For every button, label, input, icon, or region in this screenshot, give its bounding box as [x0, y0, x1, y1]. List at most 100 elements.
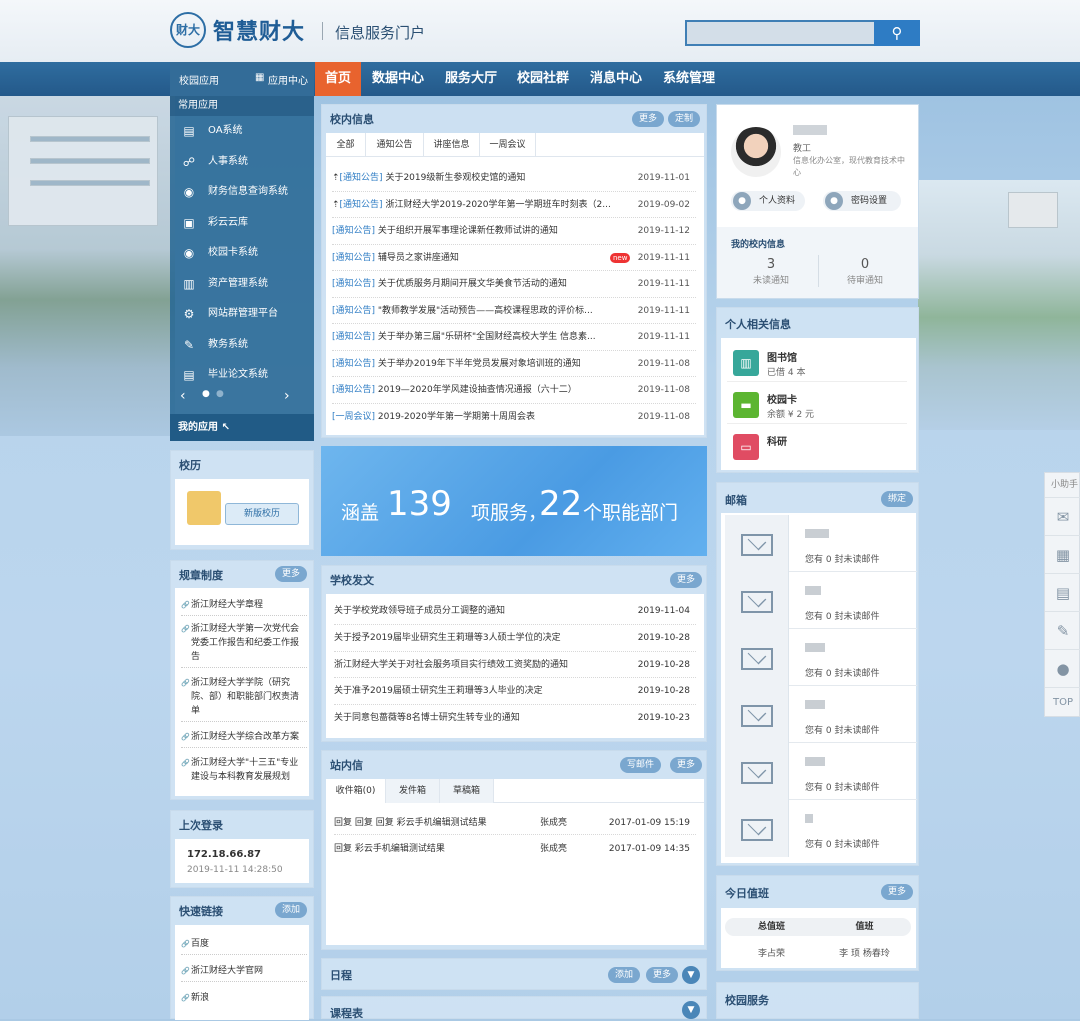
- list-item[interactable]: 百度: [181, 937, 307, 955]
- list-item[interactable]: 您有 0 封未读邮件: [725, 743, 917, 800]
- rules-more-button[interactable]: 更多: [275, 566, 308, 582]
- thesis-icon: ▤: [183, 368, 195, 382]
- sidebar-item-cloud[interactable]: ▣ 彩云云库: [170, 208, 314, 239]
- list-item[interactable]: 浙江财经大学章程: [181, 598, 307, 616]
- nav-campus-community[interactable]: 校园社群: [513, 62, 573, 96]
- sidebar-item-hr[interactable]: ☍ 人事系统: [170, 147, 314, 178]
- list-item[interactable]: 您有 0 封未读邮件: [725, 515, 917, 572]
- search-button[interactable]: ⚲: [874, 20, 920, 46]
- new-calendar-button[interactable]: 新版校历: [225, 503, 299, 525]
- school-docs-more-button[interactable]: 更多: [670, 572, 703, 588]
- calendar-icon[interactable]: ▤: [1045, 573, 1080, 611]
- table-row[interactable]: 回复 彩云手机编辑测试结果 张成亮 2017-01-09 14:35: [334, 837, 696, 861]
- nav-service-hall[interactable]: 服务大厅: [441, 62, 501, 96]
- news-date: 2019-11-12: [637, 226, 690, 236]
- tab-all[interactable]: 全部: [326, 133, 366, 157]
- tab-drafts[interactable]: 草稿箱: [440, 779, 494, 803]
- list-item[interactable]: 您有 0 封未读邮件: [725, 800, 917, 857]
- chevron-right-icon[interactable]: ›: [284, 388, 290, 404]
- list-item[interactable]: 您有 0 封未读邮件: [725, 629, 917, 686]
- edit-icon[interactable]: ✎: [1045, 611, 1080, 649]
- list-item[interactable]: 您有 0 封未读邮件: [725, 686, 917, 743]
- sidebar-item-card[interactable]: ◉ 校园卡系统: [170, 238, 314, 269]
- table-row[interactable]: [通知公告] "教师教学发展"活动预告——高校课程思政的评价标... 2019-1…: [332, 298, 696, 324]
- schedule-more-button[interactable]: 更多: [646, 967, 679, 983]
- unread-mail-count: 您有 0 封未读邮件: [805, 612, 880, 622]
- apps-grid-icon[interactable]: ▦: [1045, 535, 1080, 573]
- table-row[interactable]: 浙江财经大学关于对社会服务项目实行绩效工资奖励的通知 2019-10-28: [334, 652, 696, 679]
- add-schedule-button[interactable]: 添加: [608, 967, 641, 983]
- pager-dot[interactable]: ●: [202, 389, 210, 399]
- table-row[interactable]: [通知公告] 2019—2020年学风建设抽查情况通报（六十二） 2019-11-…: [332, 377, 696, 404]
- table-row[interactable]: [通知公告] 关于举办2019年下半年党员发展对象培训班的通知 2019-11-0…: [332, 351, 696, 377]
- list-item[interactable]: 您有 0 封未读邮件: [725, 572, 917, 629]
- table-row[interactable]: [通知公告] 辅导员之家讲座通知 new 2019-11-11: [332, 245, 696, 271]
- tab-notices[interactable]: 通知公告: [366, 133, 424, 157]
- table-row[interactable]: 关于授予2019届毕业研究生王莉珊等3人硕士学位的决定 2019-10-28: [334, 625, 696, 652]
- pager-dot[interactable]: ●: [216, 389, 224, 399]
- services-banner[interactable]: 涵盖 139 项服务， 22 个职能部门: [321, 446, 707, 556]
- mail-icon[interactable]: ✉: [1045, 497, 1080, 535]
- research-item[interactable]: ▭ 科研: [727, 430, 907, 466]
- campus-info-more-button[interactable]: 更多: [632, 111, 665, 127]
- nav-system-admin[interactable]: 系统管理: [659, 62, 719, 96]
- doc-title: 关于授予2019届毕业研究生王莉珊等3人硕士学位的决定: [334, 632, 561, 643]
- table-row[interactable]: 关于准予2019届硕士研究生王莉珊等3人毕业的决定 2019-10-28: [334, 678, 696, 706]
- nav-data-center[interactable]: 数据中心: [368, 62, 428, 96]
- search-input[interactable]: [685, 20, 875, 46]
- sidebar-item-finance[interactable]: ◉ 财务信息查询系统: [170, 177, 314, 208]
- my-apps-link[interactable]: 我的应用 ↖: [170, 414, 314, 441]
- duty-more-button[interactable]: 更多: [881, 884, 914, 900]
- unread-mail-count: 您有 0 封未读邮件: [805, 726, 880, 736]
- write-mail-button[interactable]: 写邮件: [620, 757, 662, 773]
- tab-inbox[interactable]: 收件箱(0): [326, 779, 386, 803]
- add-link-button[interactable]: 添加: [275, 902, 308, 918]
- profile-info-label: 个人资料: [759, 196, 796, 206]
- campus-card-item[interactable]: ▬ 校园卡 余额 ¥ 2 元: [727, 388, 907, 424]
- table-row[interactable]: [通知公告] 关于举办第三届"乐研杯"全国财经高校大学生 信息素... 2019-…: [332, 324, 696, 351]
- table-row[interactable]: 关于学校党政领导班子成员分工调整的通知 2019-11-04: [334, 598, 696, 625]
- list-item[interactable]: 浙江财经大学综合改革方案: [181, 730, 307, 748]
- sidebar-item-edu[interactable]: ✎ 教务系统: [170, 330, 314, 361]
- avatar[interactable]: [731, 127, 781, 177]
- profile-info-button[interactable]: ● 个人资料: [731, 191, 805, 211]
- unread-count[interactable]: 3: [731, 257, 811, 272]
- list-item[interactable]: 浙江财经大学"十三五"专业建设与本科教育发展规划: [181, 756, 307, 788]
- table-row[interactable]: [一周会议] 2019-2020学年第一学期第十周周会表 2019-11-08: [332, 404, 696, 431]
- list-item[interactable]: 新浪: [181, 991, 307, 1009]
- tab-lectures[interactable]: 讲座信息: [424, 133, 480, 157]
- password-settings-button[interactable]: ● 密码设置: [823, 191, 901, 211]
- campus-info-custom-button[interactable]: 定制: [668, 111, 701, 127]
- my-campus-info: 我的校内信息 3 未读通知 0 待审通知: [717, 227, 918, 298]
- nav-home[interactable]: 首页: [315, 62, 361, 96]
- sidebar-item-asset[interactable]: ▥ 资产管理系统: [170, 269, 314, 300]
- app-center-link[interactable]: 应用中心: [268, 72, 308, 87]
- table-row[interactable]: [通知公告] 关于组织开展军事理论课新任教师试讲的通知 2019-11-12: [332, 218, 696, 245]
- table-row[interactable]: [通知公告] 关于优质服务月期间开展文华美食节活动的通知 2019-11-11: [332, 271, 696, 298]
- list-item[interactable]: 浙江财经大学第一次党代会党委工作报告和纪委工作报告: [181, 622, 307, 668]
- mail-time: 2017-01-09 15:19: [608, 818, 690, 828]
- back-to-top-button[interactable]: TOP: [1045, 687, 1080, 725]
- list-item[interactable]: 浙江财经大学官网: [181, 964, 307, 982]
- table-row[interactable]: ⇡[通知公告] 浙江财经大学2019-2020学年第一学期班车时刻表（2... 2…: [332, 192, 696, 218]
- chevron-left-icon[interactable]: ‹: [180, 388, 186, 404]
- user-icon[interactable]: ●: [1045, 649, 1080, 687]
- sidebar-item-oa[interactable]: ▤ OA系统: [170, 116, 314, 147]
- nav-message-center[interactable]: 消息中心: [586, 62, 646, 96]
- doc-title: 浙江财经大学关于对社会服务项目实行绩效工资奖励的通知: [334, 659, 569, 670]
- sidebar-item-web[interactable]: ⚙ 网站群管理平台: [170, 299, 314, 330]
- list-item[interactable]: 浙江财经大学学院（研究院、部）和职能部门权责清单: [181, 676, 307, 722]
- chevron-down-icon[interactable]: ▼: [682, 1001, 700, 1019]
- chevron-down-icon[interactable]: ▼: [682, 966, 700, 984]
- table-row[interactable]: 关于同意包蔷薇等8名博士研究生转专业的通知 2019-10-23: [334, 705, 696, 732]
- table-row[interactable]: 回复 回复 回复 彩云手机编辑测试结果 张成亮 2017-01-09 15:19: [334, 811, 696, 835]
- mailbox-bind-button[interactable]: 绑定: [881, 491, 914, 507]
- pending-count[interactable]: 0: [825, 257, 905, 272]
- library-item[interactable]: ▥ 图书馆 已借 4 本: [727, 346, 907, 382]
- tab-meetings[interactable]: 一周会议: [480, 133, 536, 157]
- campus-photo-left: [0, 96, 175, 436]
- site-mail-more-button[interactable]: 更多: [670, 757, 703, 773]
- university-logo[interactable]: 财大: [170, 12, 206, 48]
- table-row[interactable]: ⇡[通知公告] 关于2019级新生参观校史馆的通知 2019-11-01: [332, 165, 696, 192]
- tab-sent[interactable]: 发件箱: [386, 779, 440, 803]
